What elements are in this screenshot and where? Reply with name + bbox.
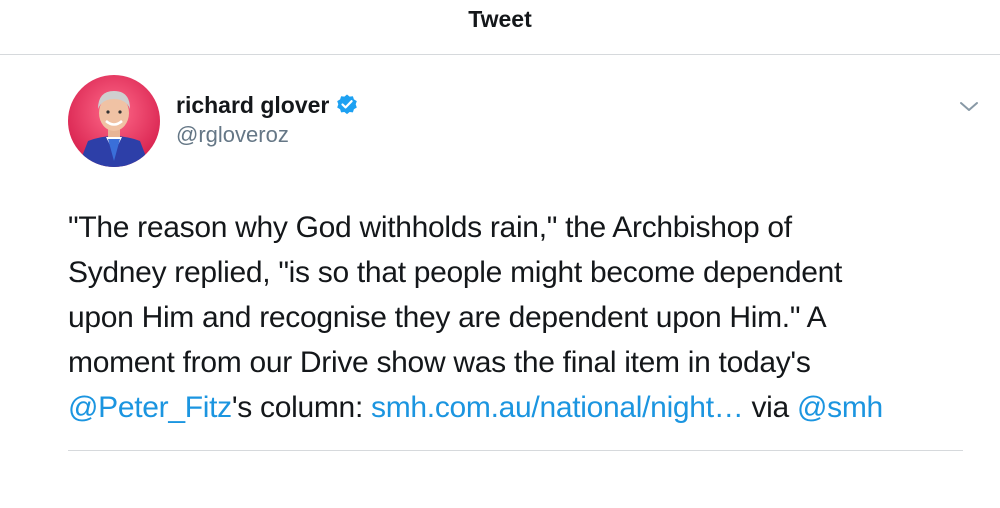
name-row: richard glover	[176, 90, 359, 120]
mention-link-smh[interactable]: @smh	[797, 391, 883, 424]
author-info[interactable]: richard glover @rgloveroz	[176, 90, 359, 148]
display-name[interactable]: richard glover	[176, 92, 329, 119]
tweet-line: moment from our Drive show was the final…	[68, 346, 811, 379]
tweet-line-links: @Peter_Fitz's column: smh.com.au/nationa…	[68, 385, 968, 430]
avatar-image	[68, 75, 160, 167]
avatar[interactable]	[68, 75, 160, 167]
page-title: Tweet	[468, 5, 532, 32]
verified-badge-icon	[335, 93, 359, 117]
chevron-down-icon[interactable]	[957, 99, 981, 115]
tweet-line: "The reason why God withholds rain," the…	[68, 211, 792, 244]
tweet-text-segment: 's column:	[231, 391, 372, 424]
handle[interactable]: @rgloveroz	[176, 122, 359, 148]
tweet-line: upon Him and recognise they are dependen…	[68, 301, 827, 334]
divider	[68, 450, 963, 451]
tweet-text-segment: via	[743, 391, 797, 424]
mention-link-peter-fitz[interactable]: @Peter_Fitz	[68, 391, 232, 424]
tweet-text: "The reason why God withholds rain," the…	[68, 205, 968, 430]
tweet-line: Sydney replied, "is so that people might…	[68, 256, 843, 289]
top-bar: Tweet	[0, 0, 1000, 55]
url-link[interactable]: smh.com.au/national/night…	[371, 391, 744, 424]
tweet[interactable]: richard glover @rgloveroz "The reason wh…	[0, 55, 1000, 508]
